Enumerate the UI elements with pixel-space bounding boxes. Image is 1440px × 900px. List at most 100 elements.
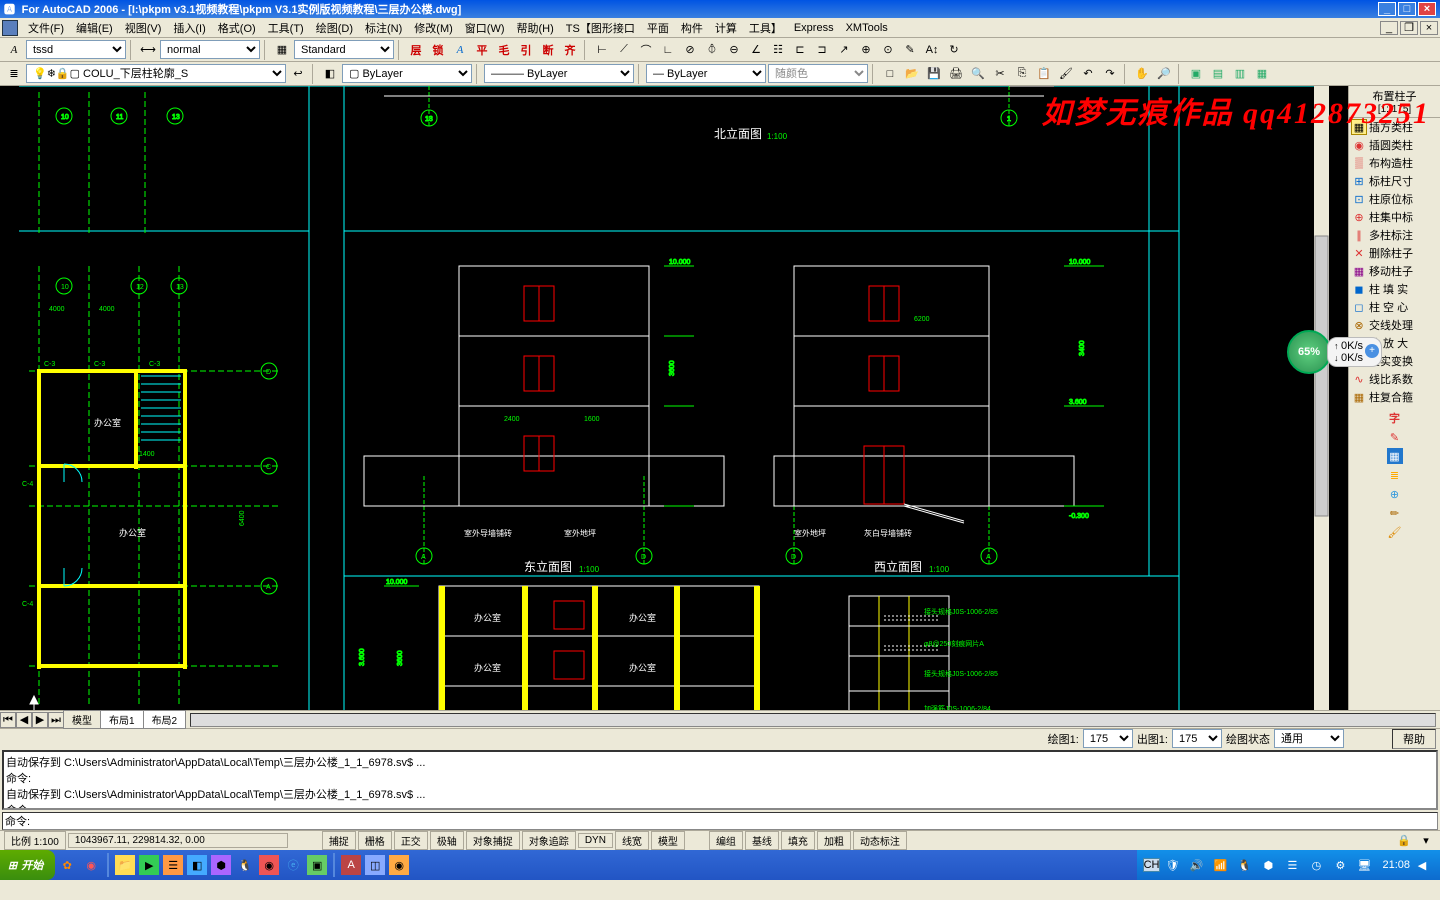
palette-globe-icon[interactable]: ⊕ xyxy=(1387,486,1403,502)
doc-minimize-button[interactable]: _ xyxy=(1380,21,1398,35)
start-button[interactable]: ⊞ 开始 xyxy=(0,850,55,880)
tab-next-button[interactable]: ▶ xyxy=(32,712,48,728)
palette-grid-icon[interactable]: ▦ xyxy=(1387,448,1403,464)
dim-update-icon[interactable]: ↻ xyxy=(944,40,964,60)
plotstyle-select[interactable]: 随颜色 xyxy=(768,64,868,83)
layer-prev-icon[interactable]: ↩ xyxy=(288,64,308,84)
palette-item-delete-col[interactable]: ✕删除柱子 xyxy=(1349,244,1440,262)
task-app1-icon[interactable]: ☰ xyxy=(163,855,183,875)
task-app7-icon[interactable]: ◉ xyxy=(389,855,409,875)
tool-win2-icon[interactable]: ▤ xyxy=(1208,64,1228,84)
tool-layer[interactable]: 层 xyxy=(406,40,426,60)
table-style-icon[interactable]: ▦ xyxy=(272,40,292,60)
color-select[interactable]: ▢ ByLayer xyxy=(342,64,472,83)
tool-break[interactable]: 断 xyxy=(538,40,558,60)
task-app5-icon[interactable]: ▣ xyxy=(307,855,327,875)
maximize-button[interactable]: □ xyxy=(1398,2,1416,16)
palette-item-orig-mark[interactable]: ⊡柱原位标 xyxy=(1349,190,1440,208)
menu-draw[interactable]: 绘图(D) xyxy=(310,18,359,38)
tool-open-icon[interactable]: 📂 xyxy=(902,64,922,84)
tool-flat[interactable]: 平 xyxy=(472,40,492,60)
toggle-ortho[interactable]: 正交 xyxy=(394,831,428,850)
draw-state-select[interactable]: 通用 xyxy=(1274,729,1344,748)
toggle-otrack[interactable]: 对象追踪 xyxy=(522,831,576,850)
toggle-dyndim[interactable]: 动态标注 xyxy=(853,831,907,850)
tray-3-icon[interactable]: 📶 xyxy=(1210,855,1230,875)
task-acad-icon[interactable]: A xyxy=(341,855,361,875)
menu-ts[interactable]: TS【图形接口 xyxy=(560,18,641,38)
palette-item-center-mark[interactable]: ⊕柱集中标 xyxy=(1349,208,1440,226)
task-explorer-icon[interactable]: 📁 xyxy=(115,855,135,875)
tool-align[interactable]: 齐 xyxy=(560,40,580,60)
toggle-baseline[interactable]: 基线 xyxy=(745,831,779,850)
tab-first-button[interactable]: ⏮ xyxy=(0,712,16,728)
menu-format[interactable]: 格式(O) xyxy=(212,18,262,38)
palette-layers-icon[interactable]: ≣ xyxy=(1387,467,1403,483)
task-ie-icon[interactable]: ⓔ xyxy=(283,855,303,875)
toggle-model[interactable]: 模型 xyxy=(651,831,685,850)
menu-dim[interactable]: 标注(N) xyxy=(359,18,408,38)
tool-zoom-icon[interactable]: 🔎 xyxy=(1154,64,1174,84)
tool-save-icon[interactable]: 💾 xyxy=(924,64,944,84)
toggle-group[interactable]: 编组 xyxy=(709,831,743,850)
toggle-lwt[interactable]: 线宽 xyxy=(615,831,649,850)
quicklaunch-2-icon[interactable]: ◉ xyxy=(81,855,101,875)
tool-preview-icon[interactable]: 🔍 xyxy=(968,64,988,84)
tool-copy-icon[interactable]: ⎘ xyxy=(1012,64,1032,84)
tool-match-icon[interactable]: 🖌 xyxy=(1056,64,1076,84)
dim-tedit-icon[interactable]: A↕ xyxy=(922,40,942,60)
palette-item-fill-col[interactable]: ◼柱 填 实 xyxy=(1349,280,1440,298)
tray-5-icon[interactable]: ☰ xyxy=(1282,855,1302,875)
palette-item-multi-mark[interactable]: ∥多柱标注 xyxy=(1349,226,1440,244)
palette-item-dim-size[interactable]: ⊞标柱尺寸 xyxy=(1349,172,1440,190)
palette-item-struct-col[interactable]: ▒布构造柱 xyxy=(1349,154,1440,172)
quicklaunch-1-icon[interactable]: ✿ xyxy=(57,855,77,875)
tool-win4-icon[interactable]: ▦ xyxy=(1252,64,1272,84)
command-history[interactable]: 自动保存到 C:\Users\Administrator\AppData\Loc… xyxy=(2,750,1438,810)
dim-diameter-icon[interactable]: ⊖ xyxy=(724,40,744,60)
hscrollbar[interactable] xyxy=(190,713,1436,727)
tool-win1-icon[interactable]: ▣ xyxy=(1186,64,1206,84)
palette-brush-icon[interactable]: 🖌 xyxy=(1387,524,1403,540)
toggle-bold[interactable]: 加粗 xyxy=(817,831,851,850)
dim-leader-icon[interactable]: ↗ xyxy=(834,40,854,60)
dim-baseline-icon[interactable]: ⊏ xyxy=(790,40,810,60)
menu-window[interactable]: 窗口(W) xyxy=(459,18,511,38)
dim-angular-icon[interactable]: ∠ xyxy=(746,40,766,60)
table-style-select[interactable]: Standard xyxy=(294,40,394,59)
tab-layout1[interactable]: 布局1 xyxy=(100,710,144,729)
menu-edit[interactable]: 编辑(E) xyxy=(70,18,119,38)
menu-component[interactable]: 构件 xyxy=(675,18,709,38)
tray-qq-icon[interactable]: 🐧 xyxy=(1234,855,1254,875)
tool-win3-icon[interactable]: ▥ xyxy=(1230,64,1250,84)
dim-arc-icon[interactable]: ⌒ xyxy=(636,40,656,60)
tool-plot-icon[interactable]: 🖨 xyxy=(946,64,966,84)
text-style-icon[interactable]: A xyxy=(4,40,24,60)
menu-tools2[interactable]: 工具】 xyxy=(743,18,788,38)
dim-tolerance-icon[interactable]: ⊕ xyxy=(856,40,876,60)
dim-jog-icon[interactable]: ⦽ xyxy=(702,40,722,60)
task-media-icon[interactable]: ▶ xyxy=(139,855,159,875)
dim-linear-icon[interactable]: ⊢ xyxy=(592,40,612,60)
menu-view[interactable]: 视图(V) xyxy=(119,18,168,38)
layer-manager-icon[interactable]: ≣ xyxy=(4,64,24,84)
close-button[interactable]: × xyxy=(1418,2,1436,16)
dim-radius-icon[interactable]: ⊘ xyxy=(680,40,700,60)
minimize-button[interactable]: _ xyxy=(1378,2,1396,16)
menu-express[interactable]: Express xyxy=(788,20,840,36)
help-label[interactable]: 帮助 xyxy=(1392,729,1436,749)
clock[interactable]: 21:08 xyxy=(1382,859,1410,871)
text-style-select[interactable]: tssd xyxy=(26,40,126,59)
tab-last-button[interactable]: ⏭ xyxy=(48,712,64,728)
menu-xmtools[interactable]: XMTools xyxy=(840,20,894,36)
tab-prev-button[interactable]: ◀ xyxy=(16,712,32,728)
toggle-hatch[interactable]: 填充 xyxy=(781,831,815,850)
toggle-snap[interactable]: 捕捉 xyxy=(322,831,356,850)
tool-lead[interactable]: 引 xyxy=(516,40,536,60)
tray-8-icon[interactable]: 🖥 xyxy=(1354,855,1374,875)
ime-indicator[interactable]: CH xyxy=(1143,858,1161,872)
palette-char-icon[interactable]: 字 xyxy=(1387,410,1403,426)
dim-aligned-icon[interactable]: ⟋ xyxy=(614,40,634,60)
dim-quick-icon[interactable]: ☷ xyxy=(768,40,788,60)
tray-2-icon[interactable]: 🔊 xyxy=(1186,855,1206,875)
